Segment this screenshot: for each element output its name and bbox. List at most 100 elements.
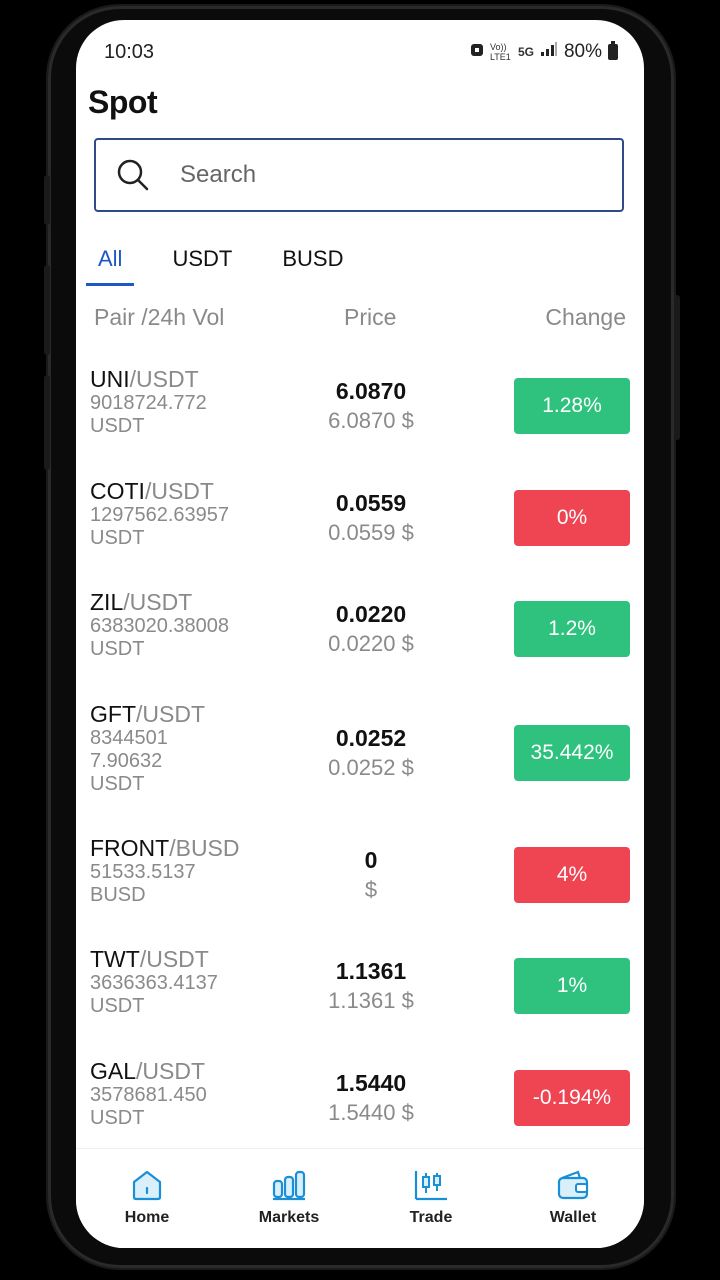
pair-volume-unit: USDT — [90, 638, 145, 660]
nav-home[interactable]: Home — [76, 1149, 218, 1248]
phone-power-button — [674, 295, 680, 440]
change-badge[interactable]: 4% — [514, 846, 630, 903]
signal-icon — [540, 41, 558, 63]
search-input[interactable] — [178, 160, 582, 190]
5g-icon: 5G — [517, 45, 534, 59]
price-cell: 6.0870 6.0870 $ — [296, 376, 446, 436]
nav-trade-label: Trade — [409, 1209, 453, 1226]
change-badge[interactable]: 35.442% — [514, 724, 630, 781]
pair-quote: /USDT — [144, 477, 214, 504]
pair-cell: COTI/USDT 1297562.63957 USDT — [90, 478, 310, 550]
nav-home-label: Home — [124, 1209, 170, 1226]
change-badge[interactable]: 1.28% — [514, 378, 630, 434]
pair-volume: 1297562.63957 — [90, 503, 230, 526]
pair-volume: 6383020.38008 — [90, 615, 230, 637]
pair-cell: FRONT/BUSD 51533.5137 BUSD — [90, 835, 310, 907]
change-badge[interactable]: 1.2% — [514, 601, 630, 657]
column-headers: Pair /24h Vol Price Change — [76, 304, 644, 334]
pair-quote: /USDT — [139, 946, 209, 972]
pair-volume: 3636363.4137 — [90, 972, 218, 994]
price-cell: 0 $ — [296, 845, 446, 905]
market-row[interactable]: GAL/USDT 3578681.450 USDT 1.5440 1.5440 … — [76, 1048, 644, 1160]
price-cell: 1.5440 1.5440 $ — [296, 1068, 446, 1128]
nav-wallet-label: Wallet — [549, 1209, 597, 1226]
pair-name: FRONT/BUSD — [90, 835, 310, 861]
nav-markets[interactable]: Markets — [218, 1149, 360, 1248]
pair-cell: GAL/USDT 3578681.450 USDT — [90, 1058, 310, 1130]
status-time: 10:03 — [104, 41, 155, 63]
pair-quote: /BUSD — [169, 834, 240, 861]
pair-base: COTI — [90, 477, 145, 504]
pair-volume-unit: USDT — [90, 995, 145, 1017]
pair-volume: 51533.5137 — [90, 860, 196, 883]
price-value: 0.0220 — [335, 601, 407, 627]
price-usd: $ — [364, 876, 378, 902]
change-badge[interactable]: 0% — [514, 489, 630, 546]
price-value: 0.0559 — [335, 489, 407, 516]
market-list: UNI/USDT 9018724.772 USDT 6.0870 6.0870 … — [76, 356, 644, 1159]
pair-name: GFT/USDT — [90, 701, 310, 727]
market-row[interactable]: UNI/USDT 9018724.772 USDT 6.0870 6.0870 … — [76, 356, 644, 468]
column-header-pair[interactable]: Pair /24h Vol — [94, 304, 224, 331]
tab-busd[interactable]: BUSD — [270, 238, 355, 286]
change-badge[interactable]: 1% — [514, 958, 630, 1014]
column-header-price[interactable]: Price — [344, 304, 396, 331]
pair-name: ZIL/USDT — [90, 589, 310, 615]
price-cell: 0.0559 0.0559 $ — [296, 488, 446, 548]
search-icon — [116, 158, 150, 192]
pair-quote: /USDT — [123, 589, 193, 615]
page-title: Spot — [88, 84, 158, 120]
home-icon — [127, 1167, 167, 1203]
battery-icon — [608, 41, 618, 60]
pair-volume-unit: USDT — [90, 772, 145, 795]
battery-percent: 80% — [563, 41, 602, 62]
pair-name: GAL/USDT — [90, 1058, 310, 1084]
search-box[interactable] — [94, 138, 624, 212]
pair-base: TWT — [90, 946, 140, 972]
price-value: 6.0870 — [335, 378, 407, 404]
phone-volume-button — [44, 375, 50, 470]
pair-name: TWT/USDT — [90, 946, 310, 972]
nav-markets-label: Markets — [258, 1209, 320, 1226]
alarm-icon — [470, 41, 484, 63]
pair-volume: 9018724.772 — [90, 392, 207, 414]
markets-icon — [269, 1167, 309, 1203]
pair-base: FRONT — [90, 834, 170, 861]
wallet-icon — [553, 1167, 593, 1203]
price-usd: 1.1361 $ — [328, 988, 414, 1013]
market-row[interactable]: TWT/USDT 3636363.4137 USDT 1.1361 1.1361… — [76, 936, 644, 1048]
bottom-nav: Home Markets Trade Wallet — [76, 1148, 644, 1248]
status-bar: 10:03 Vo)) LTE1 5G 80% — [76, 20, 644, 80]
pair-base: ZIL — [90, 589, 124, 615]
price-value: 0 — [364, 846, 378, 873]
tab-all[interactable]: All — [86, 238, 135, 286]
market-row[interactable]: GFT/USDT 83445017.90632 USDT 0.0252 0.02… — [76, 691, 644, 825]
pair-quote: /USDT — [129, 366, 199, 392]
market-row[interactable]: ZIL/USDT 6383020.38008 USDT 0.0220 0.022… — [76, 579, 644, 691]
pair-cell: ZIL/USDT 6383020.38008 USDT — [90, 589, 310, 661]
pair-cell: GFT/USDT 83445017.90632 USDT — [90, 701, 310, 796]
price-cell: 0.0252 0.0252 $ — [296, 723, 446, 783]
trade-icon — [411, 1167, 451, 1203]
nav-trade[interactable]: Trade — [360, 1149, 502, 1248]
pair-volume: 3578681.450 — [90, 1083, 207, 1106]
price-usd: 1.5440 $ — [328, 1099, 414, 1125]
change-badge[interactable]: -0.194% — [514, 1069, 630, 1126]
price-value: 0.0252 — [335, 724, 407, 751]
price-usd: 0.0220 $ — [328, 631, 414, 656]
volte-icon: Vo)) LTE1 — [489, 42, 511, 62]
quote-tabs: All USDT BUSD — [86, 238, 375, 288]
phone-volume-button — [44, 265, 50, 355]
market-row[interactable]: COTI/USDT 1297562.63957 USDT 0.0559 0.05… — [76, 468, 644, 580]
pair-cell: TWT/USDT 3636363.4137 USDT — [90, 946, 310, 1018]
status-icons: Vo)) LTE1 5G 80% — [470, 41, 618, 63]
market-row[interactable]: FRONT/BUSD 51533.5137 BUSD 0 $ 4% — [76, 825, 644, 937]
price-cell: 0.0220 0.0220 $ — [296, 599, 446, 659]
pair-volume: 83445017.90632 — [90, 726, 168, 772]
nav-wallet[interactable]: Wallet — [502, 1149, 644, 1248]
pair-quote: /USDT — [136, 1057, 206, 1084]
tab-usdt[interactable]: USDT — [160, 238, 244, 286]
price-usd: 6.0870 $ — [328, 408, 414, 433]
pair-volume-unit: USDT — [90, 526, 145, 549]
column-header-change[interactable]: Change — [545, 304, 626, 331]
